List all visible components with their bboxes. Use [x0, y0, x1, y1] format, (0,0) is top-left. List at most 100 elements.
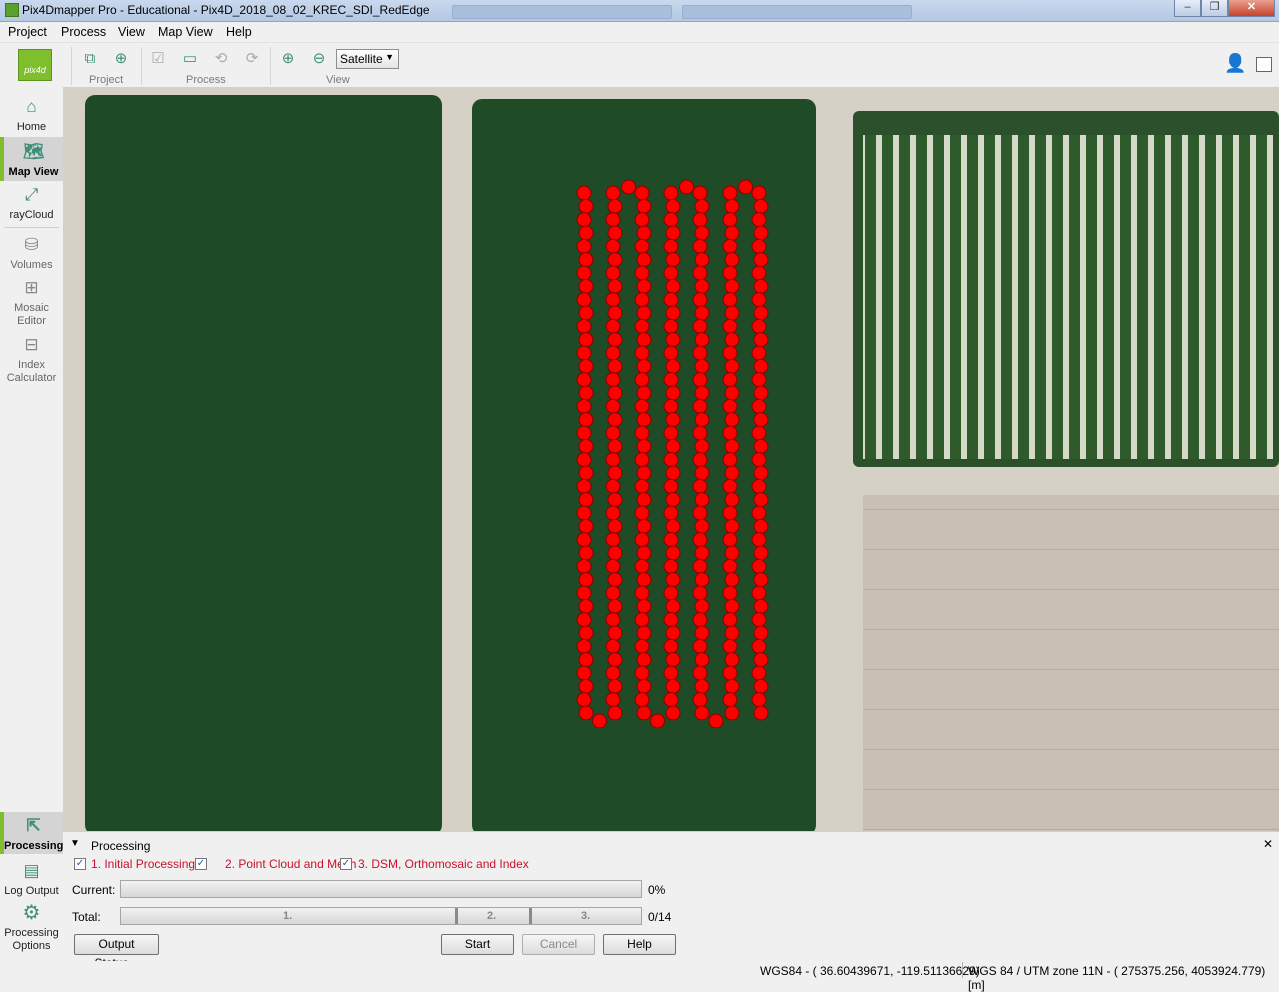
flight-marker[interactable] — [708, 713, 724, 729]
flight-marker[interactable] — [605, 558, 621, 574]
flight-marker[interactable] — [751, 345, 767, 361]
flight-marker[interactable] — [724, 492, 740, 508]
flight-marker[interactable] — [592, 713, 607, 729]
flight-marker[interactable] — [751, 478, 767, 494]
output-status-button[interactable]: Output Status... — [74, 934, 159, 970]
flight-marker[interactable] — [576, 612, 592, 628]
sidebar-item-volumes[interactable]: ⛁ Volumes — [0, 235, 63, 275]
flight-marker[interactable] — [634, 185, 650, 201]
flight-marker[interactable] — [607, 518, 623, 534]
flight-marker[interactable] — [663, 345, 679, 361]
zoom-out-icon[interactable]: ⊖ — [309, 49, 329, 69]
rerun-icon[interactable]: ⟲ — [211, 49, 231, 69]
flight-marker[interactable] — [634, 318, 650, 334]
flight-marker[interactable] — [722, 292, 738, 308]
flight-marker[interactable] — [607, 358, 623, 374]
flight-marker[interactable] — [634, 345, 650, 361]
flight-marker[interactable] — [607, 225, 623, 241]
sidebar-item-map-view[interactable]: 🗺 Map View — [0, 137, 63, 181]
close-icon[interactable]: ✕ — [1228, 0, 1275, 17]
flight-marker[interactable] — [576, 452, 592, 468]
flight-marker[interactable] — [663, 292, 679, 308]
flight-marker[interactable] — [665, 545, 681, 561]
flight-marker[interactable] — [634, 292, 650, 308]
flight-marker[interactable] — [576, 212, 592, 228]
flight-marker[interactable] — [663, 612, 679, 628]
flight-marker[interactable] — [722, 265, 738, 281]
flight-marker[interactable] — [576, 692, 592, 708]
menu-map-view[interactable]: Map View — [158, 25, 213, 39]
flight-marker[interactable] — [722, 638, 738, 654]
flight-marker[interactable] — [607, 545, 623, 561]
flight-marker[interactable] — [694, 198, 710, 214]
flight-marker[interactable] — [636, 545, 652, 561]
flight-marker[interactable] — [722, 318, 738, 334]
flight-marker[interactable] — [751, 398, 767, 414]
flight-marker[interactable] — [753, 278, 769, 294]
flight-marker[interactable] — [607, 412, 623, 428]
flight-marker[interactable] — [753, 545, 769, 561]
flight-marker[interactable] — [692, 318, 708, 334]
flight-marker[interactable] — [634, 692, 650, 708]
sidebar-item-mosaic-editor[interactable]: ⊞ Mosaic Editor — [0, 278, 63, 328]
flight-marker[interactable] — [605, 185, 621, 201]
flight-marker[interactable] — [694, 545, 710, 561]
flight-marker[interactable] — [722, 425, 738, 441]
flight-marker[interactable] — [751, 372, 767, 388]
sidebar-item-home[interactable]: ⌂ Home — [0, 97, 63, 137]
flight-marker[interactable] — [722, 398, 738, 414]
flight-marker[interactable] — [663, 212, 679, 228]
flight-marker[interactable] — [636, 598, 652, 614]
flight-marker[interactable] — [578, 492, 594, 508]
flight-marker[interactable] — [722, 612, 738, 628]
flight-marker[interactable] — [578, 465, 594, 481]
cancel-button[interactable]: Cancel — [522, 934, 595, 955]
flight-marker[interactable] — [724, 678, 740, 694]
flight-marker[interactable] — [636, 678, 652, 694]
flight-marker[interactable] — [576, 638, 592, 654]
flight-marker[interactable] — [751, 452, 767, 468]
flight-marker[interactable] — [692, 558, 708, 574]
flight-marker[interactable] — [578, 252, 594, 268]
flight-marker[interactable] — [576, 265, 592, 281]
flight-marker[interactable] — [692, 478, 708, 494]
flight-marker[interactable] — [722, 505, 738, 521]
flight-marker[interactable] — [607, 652, 623, 668]
flight-marker[interactable] — [634, 612, 650, 628]
flight-marker[interactable] — [605, 372, 621, 388]
flight-marker[interactable] — [722, 345, 738, 361]
flight-marker[interactable] — [607, 572, 623, 588]
new-project-icon[interactable]: ⧉ — [80, 49, 100, 69]
flight-marker[interactable] — [751, 558, 767, 574]
flight-marker[interactable] — [665, 278, 681, 294]
flight-marker[interactable] — [753, 572, 769, 588]
flight-marker[interactable] — [724, 252, 740, 268]
flight-marker[interactable] — [634, 585, 650, 601]
flight-marker[interactable] — [692, 585, 708, 601]
flight-marker[interactable] — [753, 492, 769, 508]
menu-view[interactable]: View — [118, 25, 145, 39]
flight-marker[interactable] — [753, 652, 769, 668]
flight-marker[interactable] — [692, 612, 708, 628]
flight-marker[interactable] — [634, 478, 650, 494]
flight-marker[interactable] — [694, 358, 710, 374]
flight-marker[interactable] — [753, 305, 769, 321]
flight-marker[interactable] — [578, 652, 594, 668]
flight-marker[interactable] — [722, 478, 738, 494]
window-layout-icon[interactable] — [1256, 57, 1272, 72]
flight-marker[interactable] — [692, 638, 708, 654]
flight-marker[interactable] — [724, 412, 740, 428]
flight-marker[interactable] — [663, 585, 679, 601]
flight-marker[interactable] — [578, 625, 594, 641]
flight-marker[interactable] — [692, 425, 708, 441]
export-icon[interactable]: ⟳ — [242, 49, 262, 69]
flight-marker[interactable] — [576, 665, 592, 681]
flight-marker[interactable] — [753, 385, 769, 401]
flight-marker[interactable] — [753, 358, 769, 374]
flight-marker[interactable] — [724, 572, 740, 588]
flight-marker[interactable] — [636, 198, 652, 214]
flight-marker[interactable] — [694, 412, 710, 428]
flight-marker[interactable] — [751, 532, 767, 548]
flight-marker[interactable] — [578, 385, 594, 401]
flight-marker[interactable] — [694, 305, 710, 321]
